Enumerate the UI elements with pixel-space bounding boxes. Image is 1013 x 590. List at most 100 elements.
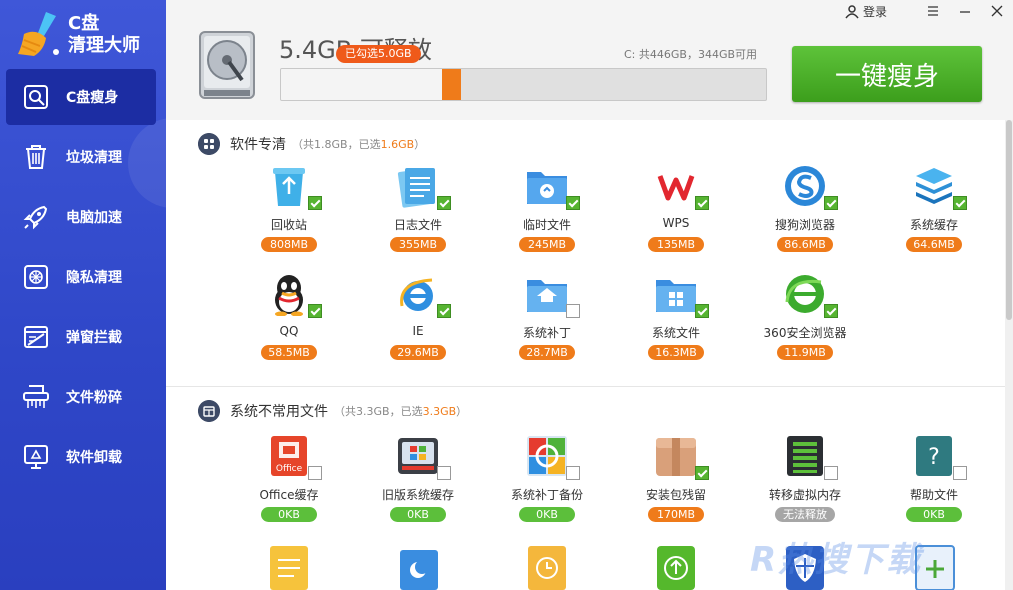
item-checkbox[interactable] <box>308 304 322 318</box>
item-name: 旧版系统缓存 <box>353 486 483 503</box>
item-checkbox[interactable] <box>437 304 451 318</box>
disk-scan-icon <box>22 83 50 111</box>
item-checkbox[interactable] <box>824 304 838 318</box>
ie-icon <box>396 272 440 316</box>
nav-item-file-shred[interactable]: 文件粉碎 <box>6 369 156 425</box>
one-click-slim-button[interactable]: 一键瘦身 <box>792 46 982 102</box>
progress-base-fill <box>281 69 442 100</box>
item-name: 帮助文件 <box>869 486 999 503</box>
cleanup-item[interactable]: ? 帮助文件 0KB <box>869 434 999 544</box>
login-label: 登录 <box>863 3 887 20</box>
nav-item-software-uninstall[interactable]: 软件卸载 <box>6 429 156 485</box>
nav-item-junk-clean[interactable]: 垃圾清理 <box>6 129 156 185</box>
disk-capacity-info: C: 共446GB，344GB可用 <box>624 46 757 62</box>
item-checkbox[interactable] <box>953 196 967 210</box>
icon-text: Office <box>276 464 303 474</box>
item-checkbox[interactable] <box>566 466 580 480</box>
nav-label: 软件卸载 <box>66 447 122 467</box>
cleanup-item[interactable]: 日志文件355MB <box>353 164 483 274</box>
item-name: 搜狗浏览器 <box>740 216 870 233</box>
cleanup-item[interactable]: OfficeOffice缓存0KB <box>224 434 354 544</box>
item-name: 回收站 <box>224 216 354 233</box>
item-checkbox[interactable] <box>695 196 709 210</box>
cleanup-item[interactable]: 搜狗浏览器 86.6MB <box>740 164 870 274</box>
selected-size-tag: 已勾选5.0GB <box>336 45 421 63</box>
app-logo: C盘 清理大师 <box>16 8 166 60</box>
cleanup-item[interactable]: 系统文件16.3MB <box>611 272 741 382</box>
item-name: 系统缓存 <box>869 216 999 233</box>
item-name: 系统文件 <box>611 324 741 341</box>
nav-item-privacy-clean[interactable]: 隐私清理 <box>6 249 156 305</box>
item-checkbox[interactable] <box>566 196 580 210</box>
item-size-badge: 0KB <box>261 507 317 522</box>
item-size-badge: 29.6MB <box>390 345 446 360</box>
item-checkbox[interactable] <box>566 304 580 318</box>
menu-icon[interactable] <box>925 3 941 19</box>
wps-icon <box>654 164 698 208</box>
item-name: 系统补丁备份 <box>482 486 612 503</box>
rocket-icon <box>22 203 50 231</box>
nav-label: 弹窗拦截 <box>66 327 122 347</box>
item-checkbox[interactable] <box>695 304 709 318</box>
item-name: QQ <box>224 324 354 338</box>
package-icon <box>654 434 698 478</box>
nav-label: 隐私清理 <box>66 267 122 287</box>
qq-icon <box>267 272 311 316</box>
patch-folder-icon <box>525 272 569 316</box>
item-checkbox[interactable] <box>695 466 709 480</box>
nav-item-popup-block[interactable]: 弹窗拦截 <box>6 309 156 365</box>
section-title: 软件专清 <box>230 134 286 154</box>
item-size-badge: 0KB <box>906 507 962 522</box>
item-checkbox[interactable] <box>308 196 322 210</box>
hard-disk-icon <box>198 30 256 104</box>
progress-selected-fill <box>442 69 461 100</box>
item-name: 转移虚拟内存 <box>740 486 870 503</box>
close-icon[interactable] <box>989 3 1005 19</box>
nav-label: 电脑加速 <box>66 207 122 227</box>
item-size-badge: 355MB <box>390 237 446 252</box>
item-checkbox[interactable] <box>437 466 451 480</box>
recycle-bin-icon <box>267 164 311 208</box>
content-scrollbar[interactable] <box>1005 120 1013 590</box>
item-size-badge: 86.6MB <box>777 237 833 252</box>
item-checkbox[interactable] <box>953 466 967 480</box>
nav-item-c-slim[interactable]: C盘瘦身 <box>6 69 156 125</box>
item-checkbox[interactable] <box>308 466 322 480</box>
icon-text: ? <box>928 445 940 470</box>
broom-logo-icon <box>16 10 62 58</box>
item-size-badge: 808MB <box>261 237 317 252</box>
cleanup-item[interactable]: WPS135MB <box>611 164 741 274</box>
cleanup-item[interactable]: 回收站 808MB <box>224 164 354 274</box>
cleanup-item[interactable]: QQ58.5MB <box>224 272 354 382</box>
cleanup-item[interactable]: IE29.6MB <box>353 272 483 382</box>
item-name: 360安全浏览器 <box>740 324 870 341</box>
item-size-badge: 11.9MB <box>777 345 833 360</box>
app-name-line1: C盘 <box>68 14 99 34</box>
cleanup-item[interactable]: 旧版系统缓存0KB <box>353 434 483 544</box>
cleanup-item[interactable]: 临时文件245MB <box>482 164 612 274</box>
folder-moon-icon <box>398 544 440 590</box>
trash-icon <box>22 143 50 171</box>
cleanup-item[interactable]: 系统补丁28.7MB <box>482 272 612 382</box>
cleanup-item[interactable]: 360安全浏览器 11.9MB <box>740 272 870 382</box>
sogou-browser-icon <box>783 164 827 208</box>
item-checkbox[interactable] <box>824 196 838 210</box>
item-checkbox[interactable] <box>437 196 451 210</box>
office-icon: Office <box>267 434 311 478</box>
section-summary: （共3.3GB，已选3.3GB） <box>334 403 467 419</box>
privacy-icon <box>22 263 50 291</box>
minimize-icon[interactable] <box>957 3 973 19</box>
scrollbar-thumb[interactable] <box>1006 120 1012 320</box>
cleanup-item[interactable]: 系统缓存64.6MB <box>869 164 999 274</box>
cleanup-item[interactable]: 系统补丁备份0KB <box>482 434 612 544</box>
item-checkbox[interactable] <box>824 466 838 480</box>
cleanup-item[interactable]: 转移虚拟内存无法释放 <box>740 434 870 544</box>
item-name: 安装包残留 <box>611 486 741 503</box>
cleanup-item[interactable]: 安装包残留170MB <box>611 434 741 544</box>
sidebar: C盘 清理大师 C盘瘦身 垃圾清理 电脑加速 隐私清理 弹窗拦截 文件粉碎 <box>0 0 166 590</box>
login-button[interactable]: 登录 <box>845 3 887 20</box>
cleanup-content: 软件专清 （共1.8GB，已选1.6GB） 回收站808MB日志文件355MB临… <box>166 120 1005 590</box>
360-browser-icon <box>783 272 827 316</box>
nav-item-speed-up[interactable]: 电脑加速 <box>6 189 156 245</box>
shredder-icon <box>22 383 50 411</box>
